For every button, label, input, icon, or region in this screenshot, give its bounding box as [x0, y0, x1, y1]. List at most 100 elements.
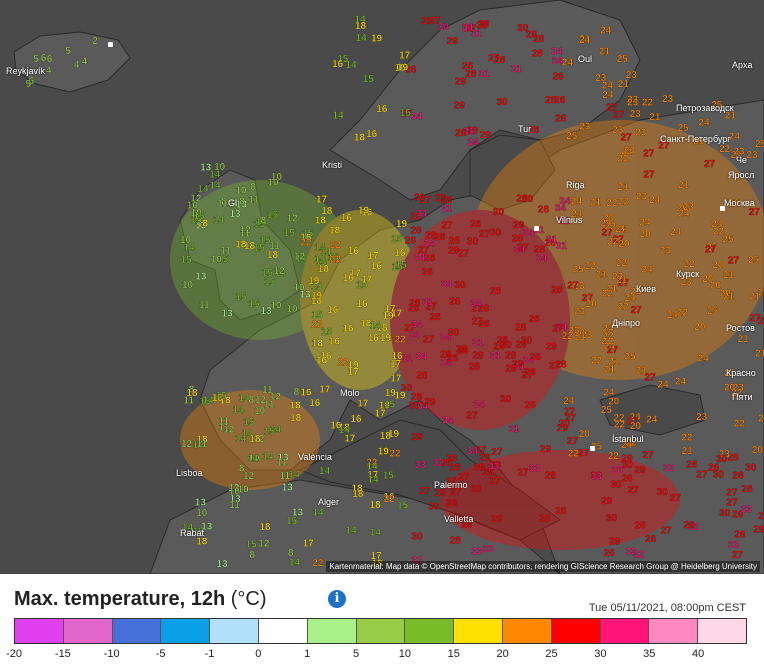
city-label-kursk: Курск: [676, 269, 700, 279]
station-temperature: 33: [415, 460, 427, 471]
city-label-moskva: Moсква: [724, 198, 755, 208]
city-label-kristi: Kristi: [322, 160, 342, 170]
station-temperature: 24: [639, 218, 651, 229]
temperature-map[interactable]: 4 6 6 5 2 4 4 5 5 6 28 23 28 24 18 23 31 28 27 29 25 31 28 27 34…: [0, 0, 764, 574]
station-temperature: 13: [195, 497, 207, 508]
city-label-arkhangelsk: Apxa: [732, 60, 753, 70]
legend-tick-label: 15: [447, 648, 460, 660]
station-temperature: 34: [441, 279, 453, 290]
station-temperature: 27: [552, 324, 564, 335]
station-temperature: 10: [187, 201, 199, 212]
station-temperature: 25: [617, 54, 629, 65]
station-temperature: 26: [686, 459, 698, 470]
station-temperature: 22: [642, 98, 654, 109]
station-temperature: 23: [660, 245, 672, 256]
city-label-palermo: Palermo: [434, 480, 468, 490]
station-temperature: 21: [618, 225, 630, 236]
station-temperature: 23: [627, 98, 639, 109]
info-icon[interactable]: i: [328, 590, 346, 608]
station-temperature: 14: [262, 452, 274, 463]
station-temperature: 20: [618, 239, 630, 250]
station-temperature: 28: [446, 454, 458, 465]
station-temperature: 18: [355, 21, 367, 32]
station-temperature: 15: [180, 255, 192, 266]
station-temperature: 26: [449, 297, 461, 308]
station-temperature: 16: [394, 248, 406, 259]
station-temperature: 16: [350, 414, 362, 425]
map-attribution[interactable]: Kartenmaterial: Map data © OpenStreetMap…: [326, 561, 760, 572]
city-label-gl: Gl: [228, 198, 237, 208]
station-temperature: 33: [529, 463, 541, 474]
station-temperature: 24: [646, 414, 658, 425]
station-temperature: 26: [462, 61, 474, 72]
station-temperature: 22: [719, 144, 731, 155]
station-temperature: 26: [622, 473, 634, 484]
station-temperature: 26: [493, 341, 505, 352]
station-temperature: 33: [591, 472, 603, 483]
station-temperature: 13: [261, 306, 273, 317]
station-temperature: 28: [424, 253, 436, 264]
station-temperature: 18: [329, 225, 341, 236]
station-temperature: 27: [419, 486, 431, 497]
city-marker: [534, 226, 539, 231]
station-temperature: 27: [631, 305, 643, 316]
station-temperature: 21: [596, 269, 608, 280]
station-temperature: 29: [601, 496, 613, 507]
station-temperature: 18: [290, 413, 302, 424]
legend-tick-label: 40: [692, 648, 705, 660]
station-temperature: 28: [450, 535, 462, 546]
station-temperature: 13: [299, 289, 311, 300]
legend-color-swatch: [112, 619, 162, 643]
station-temperature: 18: [186, 388, 198, 399]
station-temperature: 20: [758, 287, 764, 298]
city-label-oul: Oul: [578, 54, 593, 64]
station-temperature: 27: [567, 281, 579, 292]
station-temperature: 28: [545, 95, 557, 106]
station-temperature: 8: [250, 182, 256, 193]
legend-color-swatch: [307, 619, 357, 643]
station-temperature: 23: [636, 192, 648, 203]
station-temperature: 34: [411, 112, 423, 123]
station-temperature: 16: [327, 305, 339, 316]
station-temperature: 30: [517, 23, 529, 34]
station-temperature: 22: [677, 308, 689, 319]
station-temperature: 15: [216, 391, 228, 402]
station-temperature: 15: [400, 108, 412, 119]
station-temperature: 15: [248, 299, 260, 310]
station-temperature: 22: [618, 196, 630, 207]
station-temperature: 30: [467, 236, 479, 247]
station-temperature: 18: [235, 240, 247, 251]
legend-color-swatch: [258, 619, 308, 643]
station-temperature: 23: [612, 125, 624, 136]
station-temperature: 30: [611, 479, 623, 490]
station-temperature: 28: [525, 367, 537, 378]
station-temperature: 29: [546, 342, 558, 353]
station-temperature: 19: [311, 291, 323, 302]
station-temperature: 16: [368, 333, 380, 344]
station-temperature: 34: [468, 138, 480, 149]
station-temperature: 28: [405, 235, 417, 246]
station-temperature: 11: [229, 500, 240, 511]
station-temperature: 23: [630, 109, 642, 120]
station-temperature: 27: [628, 485, 640, 496]
station-temperature: 27: [472, 316, 484, 327]
station-temperature: 15: [267, 210, 279, 221]
station-temperature: 29: [412, 432, 424, 443]
station-temperature: 15: [284, 228, 296, 239]
station-temperature: 14: [319, 466, 331, 477]
station-temperature: 15: [243, 417, 255, 428]
station-temperature: 21: [590, 198, 602, 209]
station-temperature: 25: [755, 139, 764, 150]
legend-color-swatch: [210, 619, 259, 643]
station-temperature: 28: [515, 323, 527, 334]
station-temperature: 15: [397, 501, 409, 512]
station-temperature: 30: [411, 532, 423, 543]
station-temperature: 11: [197, 439, 208, 450]
station-temperature: 6: [41, 53, 47, 64]
station-temperature: 28: [434, 232, 446, 243]
station-temperature: 14: [313, 508, 325, 519]
station-temperature: 24: [675, 377, 687, 388]
station-temperature: 24: [698, 354, 710, 365]
station-temperature: 26: [449, 236, 461, 247]
legend-tick-label: 10: [398, 648, 412, 660]
